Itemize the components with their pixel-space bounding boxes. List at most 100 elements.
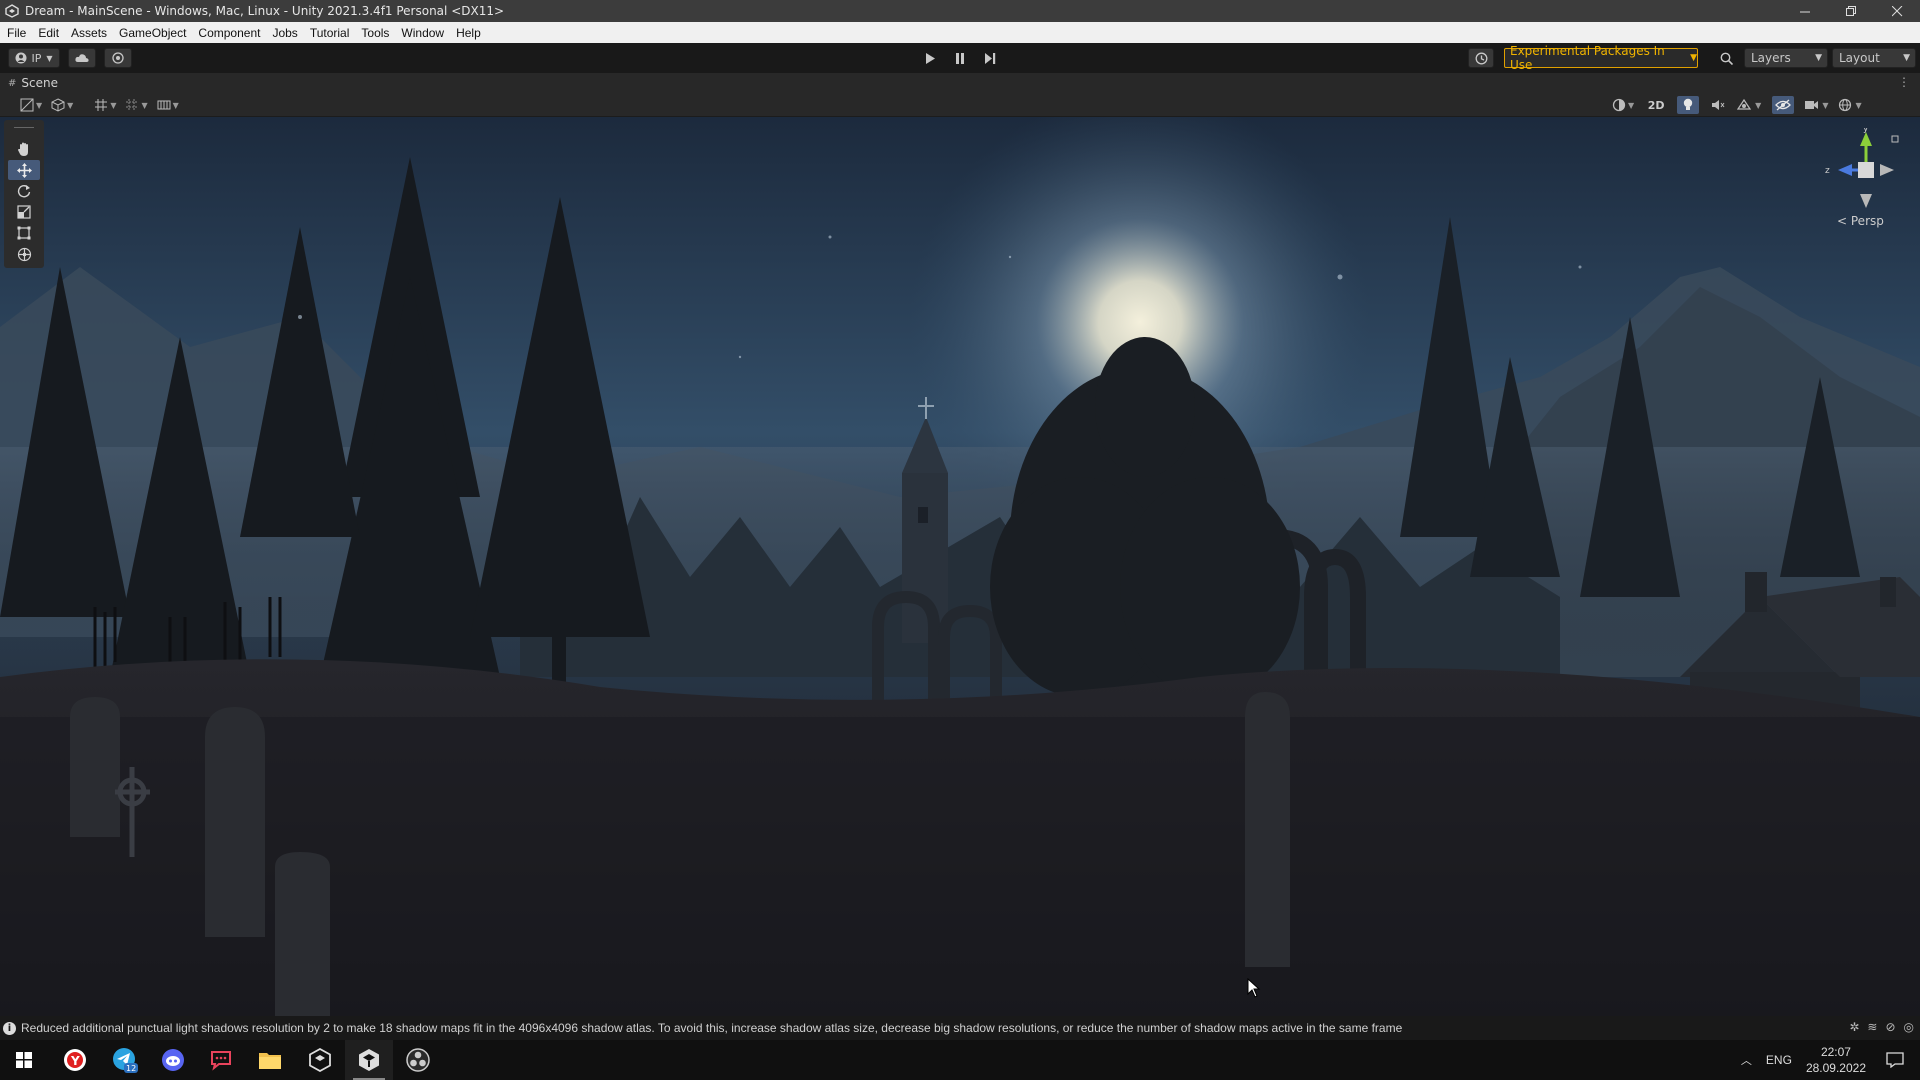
taskbar-telegram[interactable]: 12 (101, 1040, 149, 1080)
window-title-bar: Dream - MainScene - Windows, Mac, Linux … (0, 0, 1920, 22)
grid-snapping-icon[interactable] (92, 96, 110, 114)
taskbar-discord[interactable] (149, 1040, 197, 1080)
search-button[interactable] (1714, 48, 1738, 68)
draw-mode-icon[interactable] (18, 96, 36, 114)
chevron-down-icon[interactable]: ▼ (36, 101, 42, 110)
unity-app-icon (5, 4, 19, 18)
gizmos-button[interactable] (1835, 96, 1855, 114)
scale-icon (17, 205, 31, 219)
playback-controls (915, 48, 1005, 68)
more-options-icon[interactable]: ⋮ (1898, 75, 1910, 89)
taskbar-clock[interactable]: 22:07 28.09.2022 (1806, 1044, 1866, 1076)
menu-file[interactable]: File (0, 26, 32, 40)
account-dropdown[interactable]: IP ▼ (8, 48, 60, 68)
chevron-down-icon[interactable]: ▼ (67, 101, 73, 110)
orientation-gizmo[interactable]: y z < Persp (1822, 124, 1912, 238)
restore-button[interactable] (1828, 0, 1874, 22)
eye-hidden-icon (1775, 99, 1792, 111)
menu-gameobject[interactable]: GameObject (113, 26, 192, 40)
transform-icon (17, 247, 31, 261)
clock-time: 22:07 (1820, 1045, 1851, 1059)
progress-icon[interactable]: ◎ (1904, 1020, 1914, 1034)
play-button[interactable] (915, 48, 945, 68)
taskbar-yandex-browser[interactable]: Y (51, 1040, 99, 1080)
windows-logo-icon (16, 1052, 32, 1068)
layers-dropdown[interactable]: Layers ▼ (1744, 48, 1828, 68)
toggle-2d-button[interactable]: 2D (1643, 96, 1669, 114)
system-tray: ︿ ENG 22:07 28.09.2022 (1741, 1040, 1920, 1080)
chevron-down-icon[interactable]: ▼ (1755, 101, 1761, 110)
taskbar-messenger[interactable] (197, 1040, 245, 1080)
taskbar-file-explorer[interactable] (246, 1040, 294, 1080)
menu-tutorial[interactable]: Tutorial (304, 26, 356, 40)
projection-label[interactable]: < Persp (1837, 214, 1884, 228)
cloud-button[interactable] (68, 48, 96, 68)
scene-visibility-button[interactable] (1772, 96, 1795, 114)
collab-icon (112, 52, 124, 64)
transform-tool-button[interactable] (8, 244, 40, 264)
menu-component[interactable]: Component (192, 26, 266, 40)
tray-overflow-chevron-icon[interactable]: ︿ (1741, 1052, 1752, 1068)
rotate-tool-button[interactable] (8, 181, 40, 201)
taskbar-unity-hub[interactable] (296, 1040, 344, 1080)
undo-history-button[interactable] (1468, 48, 1494, 68)
chevron-down-icon[interactable]: ▼ (1855, 101, 1861, 110)
chevron-down-icon: ▼ (1903, 53, 1910, 63)
console-status-bar[interactable]: i Reduced additional punctual light shad… (0, 1016, 1920, 1040)
tool-palette-handle[interactable] (14, 127, 34, 135)
tab-scene[interactable]: # Scene (8, 76, 58, 90)
taskbar-unity-editor[interactable] (345, 1040, 393, 1080)
debug-icon[interactable]: ✲ (1849, 1020, 1859, 1034)
telegram-icon: 12 (113, 1048, 138, 1073)
stack-icon[interactable]: ≋ (1867, 1020, 1877, 1034)
scene-tab-bar: # Scene ⋮ (0, 73, 1920, 93)
menu-tools[interactable]: Tools (355, 26, 395, 40)
chevron-down-icon[interactable]: ▼ (1628, 101, 1634, 110)
info-icon: i (3, 1021, 16, 1035)
yandex-browser-icon: Y (64, 1049, 86, 1071)
menu-jobs[interactable]: Jobs (266, 26, 303, 40)
cloud-icon (75, 54, 89, 62)
snap-increment-icon[interactable] (123, 96, 141, 114)
shading-icon[interactable] (49, 96, 67, 114)
audio-toggle-button[interactable] (1707, 96, 1729, 114)
taskbar-obs[interactable] (394, 1040, 442, 1080)
language-indicator[interactable]: ENG (1766, 1053, 1792, 1067)
action-center-button[interactable] (1884, 1050, 1906, 1070)
effects-toggle-button[interactable] (1733, 96, 1755, 114)
hand-tool-button[interactable] (8, 139, 40, 159)
close-button[interactable] (1874, 0, 1920, 22)
play-icon (926, 52, 935, 64)
rect-tool-button[interactable] (8, 223, 40, 243)
menu-window[interactable]: Window (395, 26, 450, 40)
start-button[interactable] (0, 1040, 48, 1080)
lighting-toggle-button[interactable] (1677, 96, 1700, 114)
experimental-packages-label: Experimental Packages In Use (1510, 44, 1665, 72)
telegram-badge: 12 (126, 1064, 136, 1073)
mouse-cursor-icon (1247, 978, 1261, 998)
layout-dropdown[interactable]: Layout ▼ (1832, 48, 1916, 68)
chevron-down-icon[interactable]: ▼ (141, 101, 147, 110)
camera-settings-button[interactable] (1800, 96, 1822, 114)
projection-mode-text: Persp (1850, 214, 1884, 228)
chevron-down-icon: ▼ (1815, 53, 1822, 63)
increment-snap-icon[interactable] (155, 96, 173, 114)
pause-button[interactable] (945, 48, 975, 68)
menu-help[interactable]: Help (450, 26, 487, 40)
experimental-packages-dropdown[interactable]: Experimental Packages In Use ▼ (1504, 44, 1698, 72)
step-button[interactable] (975, 48, 1005, 68)
menu-edit[interactable]: Edit (32, 26, 65, 40)
scene-viewport[interactable] (0, 117, 1920, 1016)
chevron-down-icon[interactable]: ▼ (1822, 101, 1828, 110)
menu-assets[interactable]: Assets (65, 26, 113, 40)
folder-icon (259, 1053, 281, 1069)
minimize-button[interactable] (1782, 0, 1828, 22)
move-tool-button[interactable] (8, 160, 40, 180)
chevron-down-icon[interactable]: ▼ (173, 101, 179, 110)
auto-generate-icon[interactable]: ⊘ (1885, 1020, 1895, 1034)
scale-tool-button[interactable] (8, 202, 40, 222)
collab-button[interactable] (104, 48, 132, 68)
chevron-down-icon[interactable]: ▼ (110, 101, 116, 110)
scene-render (0, 117, 1920, 1016)
render-mode-icon[interactable] (1610, 96, 1628, 114)
